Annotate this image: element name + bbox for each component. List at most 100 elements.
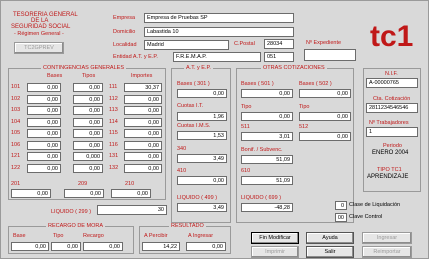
cta-label: Cta. Cotización (373, 96, 411, 102)
importe-field[interactable]: 0,00 (124, 106, 162, 115)
col-tipos-header: Tipos (82, 73, 96, 79)
periodo-label: Periodo (383, 143, 402, 149)
importe-field[interactable]: 30,37 (124, 83, 162, 92)
recargo-recargo-field[interactable]: 0,00 (83, 242, 123, 251)
tipo1-field[interactable]: 0,00 (241, 112, 293, 121)
importe-field[interactable]: 0,00 (124, 164, 162, 173)
cuotas-ims-field[interactable]: 1,53 (177, 131, 227, 140)
base-field[interactable]: 0,00 (27, 141, 61, 150)
tc1-logo: tc1 (370, 20, 414, 53)
clave-control-field[interactable]: 00 (335, 213, 347, 222)
base-field[interactable]: 0,00 (27, 106, 61, 115)
importe-field[interactable]: 0,00 (124, 95, 162, 104)
field-210[interactable]: 0,00 (111, 189, 151, 198)
field-610[interactable]: 51,09 (241, 176, 293, 185)
liquido299-label: LIQUIDO ( 299 ) (51, 209, 92, 215)
ayuda-button[interactable]: Ayuda (306, 232, 354, 244)
cuotas-it-field[interactable]: 1,96 (177, 112, 227, 121)
row-code: 103 (11, 107, 21, 113)
base-field[interactable]: 0,00 (27, 118, 61, 127)
cta-field[interactable]: 2811234546546 (366, 103, 418, 113)
tipo-field[interactable]: 0,00 (73, 118, 103, 127)
importe-field[interactable]: 0,00 (124, 141, 162, 150)
expediente-label: Nº Expediente (306, 40, 342, 46)
field-512[interactable]: 0,00 (299, 132, 351, 141)
base-field[interactable]: 0,00 (27, 95, 61, 104)
code-410: 410 (177, 168, 187, 174)
domicilio-field[interactable]: Labastida 10 (144, 27, 294, 37)
row-code: 101 (11, 84, 21, 90)
expediente-field[interactable] (304, 49, 356, 61)
bonif-field[interactable]: 51,09 (241, 155, 293, 164)
fin-modificar-button[interactable]: Fin Modificar (251, 232, 299, 244)
base-field[interactable]: 0,00 (27, 129, 61, 138)
ingresar-label: A Ingresar (188, 233, 214, 239)
tipo-field[interactable]: 0,00 (73, 95, 103, 104)
code-209: 209 (78, 181, 88, 187)
field-511[interactable]: 3,01 (241, 132, 293, 141)
tipo-field[interactable]: 0,00 (73, 141, 103, 150)
cpostal-sub-field[interactable]: 051 (264, 52, 294, 62)
trab-label: Nº Trabajadores (369, 120, 409, 126)
field-209[interactable]: 0,00 (64, 189, 104, 198)
empresa-field[interactable]: Empresa de Pruebas SP (144, 13, 294, 23)
tc2gprev-button[interactable]: TC2GPREV (14, 42, 64, 54)
reimportar-button[interactable]: Reimportar (362, 246, 412, 258)
nif-label: N.I.F. (385, 71, 398, 77)
localidad-field[interactable]: Madrid (144, 40, 229, 50)
ingresar-field[interactable]: 0,00 (186, 242, 226, 251)
clase-liquidacion-label: Clase de Liquidación (349, 202, 401, 208)
clase-liquidacion-field[interactable]: 0 (335, 201, 347, 210)
base-field[interactable]: 0,00 (27, 83, 61, 92)
bases502-field[interactable]: 0,00 (299, 89, 351, 98)
row-code: 102 (11, 96, 21, 102)
cpostal-field[interactable]: 28034 (264, 39, 294, 49)
importe-code: 116 (109, 142, 118, 148)
bases301-label: Bases ( 301 ) (177, 81, 210, 87)
tipo-field[interactable]: 0,000 (73, 152, 103, 161)
atep-title: A.T. y E.P. (184, 65, 213, 72)
tc1-window: TESORERIA GENERAL DE LA SEGURIDAD SOCIAL… (0, 0, 429, 259)
bases301-field[interactable]: 0,00 (177, 89, 227, 98)
base-field[interactable]: 0,00 (27, 152, 61, 161)
recargo-recargo-label: Recargo (83, 233, 104, 239)
tipo-field[interactable]: 0,00 (73, 106, 103, 115)
ingresar-button[interactable]: Ingresar (362, 232, 412, 244)
recargo-base-field[interactable]: 0,00 (11, 242, 49, 251)
liquido499-field[interactable]: 3,49 (177, 203, 227, 212)
code-210: 210 (125, 181, 135, 187)
row-code: 104 (11, 119, 21, 125)
tipo-field[interactable]: 0,00 (73, 129, 103, 138)
row-code: 106 (11, 142, 21, 148)
cpostal-label: C.Postal (234, 41, 255, 47)
salir-button[interactable]: Salir (306, 246, 354, 258)
recargo-tipo-field[interactable]: 0,00 (51, 242, 81, 251)
tipo-field[interactable]: 0,00 (73, 164, 103, 173)
org-line3: SEGURIDAD SOCIAL (11, 24, 71, 30)
tipo-tc1-value: APRENDIZAJE (367, 174, 409, 180)
row-code: 122 (11, 165, 21, 171)
nif-field[interactable]: A-00000765 (366, 78, 418, 88)
importe-code: 115 (109, 130, 118, 136)
bonif-label: Bonif. / Subvenc. (241, 147, 283, 153)
field-201[interactable]: 0,00 (11, 189, 51, 198)
importe-field[interactable]: 0,00 (124, 118, 162, 127)
empresa-label: Empresa (113, 15, 136, 21)
entidad-field[interactable]: F.R.E.M.A.P. (173, 52, 261, 62)
code-201: 201 (11, 181, 21, 187)
bases501-field[interactable]: 0,00 (241, 89, 293, 98)
imprimir-button[interactable]: Imprimir (251, 246, 299, 258)
base-field[interactable]: 0,00 (27, 164, 61, 173)
importe-field[interactable]: 0,00 (124, 129, 162, 138)
field-410[interactable]: 0,00 (177, 176, 227, 185)
percibir-label: A Percibir (144, 233, 168, 239)
code-340: 340 (177, 146, 187, 152)
trab-field[interactable]: 1 (366, 127, 418, 137)
tipo-field[interactable]: 0,00 (73, 83, 103, 92)
liquido299-field[interactable]: 30 (97, 205, 167, 215)
percibir-field[interactable]: 14,22 (142, 242, 180, 251)
field-340[interactable]: 3,49 (177, 154, 227, 163)
importe-field[interactable]: 0,00 (124, 152, 162, 161)
tipo2-field[interactable]: 0,00 (299, 112, 351, 121)
liquido699-field[interactable]: -48,28 (241, 203, 293, 212)
